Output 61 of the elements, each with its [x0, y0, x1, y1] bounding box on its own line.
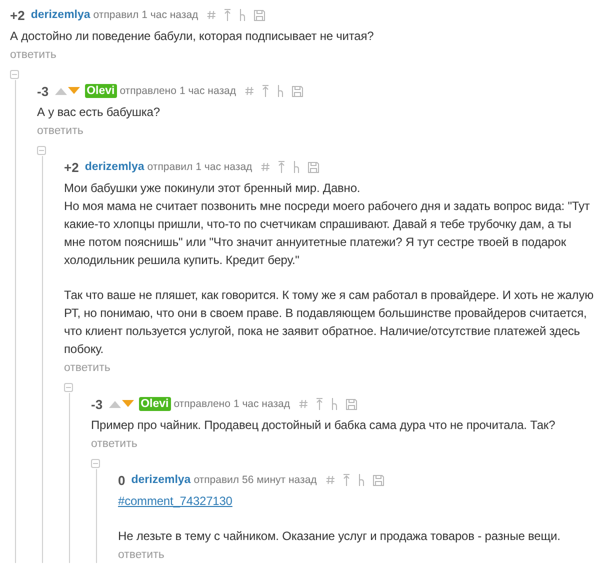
save-icon[interactable] — [372, 474, 384, 486]
comment-time: 1 час назад — [196, 161, 252, 173]
arrow-up-icon[interactable] — [316, 398, 323, 410]
upvote-icon[interactable] — [54, 87, 67, 95]
branch-icon[interactable] — [239, 9, 246, 21]
comment-rating: +2 — [10, 8, 25, 22]
author-link[interactable]: Olevi — [138, 397, 171, 411]
comment-time: 1 час назад — [142, 9, 198, 21]
comment-text: Не лезьте в тему с чайником. Оказание услуг и продажа товаров - разные вещи. — [118, 528, 562, 545]
hash-icon[interactable] — [207, 10, 216, 20]
author-link[interactable]: derizemlya — [30, 9, 90, 21]
posted-label: отправил — [194, 474, 240, 486]
posted-label: отправил — [93, 9, 139, 21]
collapse-icon[interactable] — [37, 146, 46, 155]
save-icon[interactable] — [254, 10, 266, 20]
arrow-up-icon[interactable] — [224, 9, 232, 21]
hash-icon[interactable] — [244, 86, 254, 96]
branch-icon[interactable] — [358, 474, 365, 486]
comment-text: Но моя мама не считает позвонить мне посреди моего рабочего дня и задать вопрос вида: "Тут какие-то хлопцы пришли, что-то по счетчикам спрашивают. Давай я тебе трубочку дам, а ты мне потом пояснишь" или "Что значит аннуитетные платежи? Я тут сестре твоей в подарок холодильник решила купить. Кредит беру." — [64, 198, 591, 269]
reply-link[interactable]: ответить — [10, 48, 56, 63]
reply-link[interactable]: ответить — [37, 124, 84, 139]
comment-text: А достойно ли поведение бабули, которая подписывает не читая? — [10, 28, 375, 45]
reply-link[interactable]: ответить — [118, 548, 164, 563]
comment-text: А у вас есть бабушка? — [37, 104, 161, 121]
save-icon[interactable] — [346, 398, 357, 410]
upvote-icon[interactable] — [108, 400, 121, 408]
branch-icon[interactable] — [330, 398, 338, 410]
save-icon[interactable] — [308, 162, 320, 172]
reply-link[interactable]: ответить — [64, 361, 110, 376]
author-link[interactable]: Olevi — [84, 84, 117, 98]
posted-label: отправлено — [174, 398, 230, 410]
collapse-icon[interactable] — [10, 70, 19, 79]
downvote-icon[interactable] — [68, 87, 80, 95]
comment-rating: -3 — [37, 84, 49, 98]
hash-icon[interactable] — [326, 475, 335, 485]
comment-time: 1 час назад — [233, 398, 290, 410]
arrow-up-icon[interactable] — [262, 85, 269, 97]
posted-label: отправлено — [120, 85, 176, 97]
arrow-up-icon[interactable] — [278, 161, 286, 173]
comment-rating: -3 — [91, 396, 103, 412]
comment-link[interactable]: #comment_74327130 — [118, 494, 232, 508]
collapse-icon[interactable] — [64, 383, 73, 392]
comment-rating: +2 — [64, 160, 79, 174]
posted-label: отправил — [147, 161, 193, 173]
save-icon[interactable] — [292, 86, 303, 96]
comment-time: 56 минут назад — [242, 474, 317, 486]
branch-icon[interactable] — [293, 161, 300, 173]
reply-link[interactable]: ответить — [91, 437, 138, 452]
author-link[interactable]: derizemlya — [84, 161, 144, 173]
downvote-icon[interactable] — [122, 400, 134, 408]
comment-text: Пример про чайник. Продавец достойный и бабка сама дура что не прочитала. Так? — [91, 417, 556, 434]
comment-time: 1 час назад — [179, 85, 236, 97]
branch-icon[interactable] — [276, 85, 284, 97]
collapse-icon[interactable] — [91, 459, 100, 468]
comment-text: Мои бабушки уже покинули этот бренный мир. Давно. — [64, 180, 362, 197]
hash-icon[interactable] — [261, 162, 270, 172]
comment-text: Так что ваше не пляшет, как говорится. К тому же я сам работал в провайдере. И хоть не жалую РТ, но понимаю, что они в своем праве. В подавляющем большинстве провайдеров считается, что клиент пользуется услугой, пока не заявит обратное. Наличие/отсутствие платежей здесь побоку. — [64, 287, 594, 358]
hash-icon[interactable] — [298, 399, 308, 409]
comment-rating: 0 — [118, 472, 126, 488]
author-link[interactable]: derizemlya — [131, 474, 191, 486]
arrow-up-icon[interactable] — [342, 474, 350, 486]
